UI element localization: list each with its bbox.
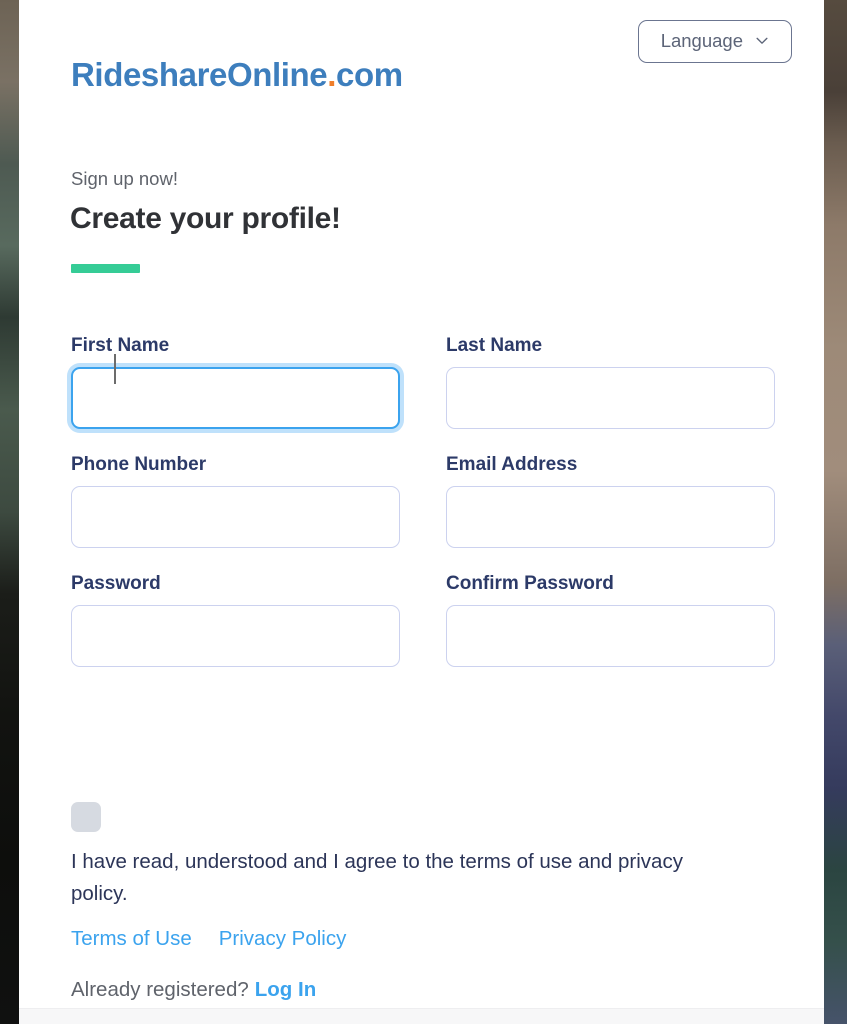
footer-band xyxy=(19,1008,824,1024)
field-last-name: Last Name xyxy=(446,335,775,429)
first-name-label: First Name xyxy=(71,335,170,356)
logo-text-primary: RideshareOnline xyxy=(71,56,328,93)
profile-form: First Name Last Name Phone Number Email … xyxy=(71,335,775,693)
email-address-label: Email Address xyxy=(446,453,578,475)
language-selector-label: Language xyxy=(660,30,743,51)
legal-links: Terms of Use Privacy Policy xyxy=(71,927,775,951)
page-title: Create your profile! xyxy=(70,202,341,235)
language-selector-button[interactable]: Language xyxy=(637,20,792,63)
confirm-password-input[interactable] xyxy=(446,604,775,667)
password-label: Password xyxy=(71,572,161,594)
terms-agreement-text: I have read, understood and I agree to t… xyxy=(71,850,683,906)
signup-card-content: Language RideshareOnline.com Sign up now… xyxy=(19,0,824,1024)
page-root: Language RideshareOnline.com Sign up now… xyxy=(0,0,847,1024)
background-photo-right-strip xyxy=(823,0,847,1024)
email-address-input[interactable] xyxy=(446,485,775,548)
field-password: Password xyxy=(71,572,400,667)
background-photo-left-strip xyxy=(0,0,20,1024)
language-selector-wrapper: Language xyxy=(637,20,792,63)
password-input[interactable] xyxy=(71,604,400,667)
signup-eyebrow: Sign up now! xyxy=(71,168,178,189)
privacy-policy-link[interactable]: Privacy Policy xyxy=(219,927,347,951)
form-row-password: Password Confirm Password xyxy=(71,572,775,667)
logo-text-tld: com xyxy=(336,56,403,93)
form-row-name: First Name Last Name xyxy=(71,335,775,429)
field-first-name: First Name xyxy=(71,335,400,429)
field-email-address: Email Address xyxy=(446,453,775,548)
terms-agreement-checkbox[interactable] xyxy=(71,802,101,832)
confirm-password-label: Confirm Password xyxy=(446,572,614,594)
site-logo[interactable]: RideshareOnline.com xyxy=(71,58,403,91)
terms-of-use-link[interactable]: Terms of Use xyxy=(71,927,192,951)
last-name-input[interactable] xyxy=(446,366,775,429)
form-row-contact: Phone Number Email Address xyxy=(71,453,775,548)
phone-number-input[interactable] xyxy=(71,485,400,548)
first-name-input[interactable] xyxy=(71,366,400,429)
log-in-link[interactable]: Log In xyxy=(255,978,316,1001)
text-caret xyxy=(114,354,117,384)
title-accent-bar xyxy=(71,264,140,273)
already-registered-label: Already registered? xyxy=(71,978,249,1001)
chevron-down-icon xyxy=(755,34,769,48)
already-registered-row: Already registered? Log In xyxy=(71,978,316,1002)
field-confirm-password: Confirm Password xyxy=(446,572,775,667)
phone-number-label: Phone Number xyxy=(71,453,207,475)
signup-card: Language RideshareOnline.com Sign up now… xyxy=(19,0,824,1024)
logo-dot: . xyxy=(327,56,337,93)
last-name-label: Last Name xyxy=(446,335,543,356)
field-phone-number: Phone Number xyxy=(71,453,400,548)
terms-agreement-block: I have read, understood and I agree to t… xyxy=(71,802,775,951)
